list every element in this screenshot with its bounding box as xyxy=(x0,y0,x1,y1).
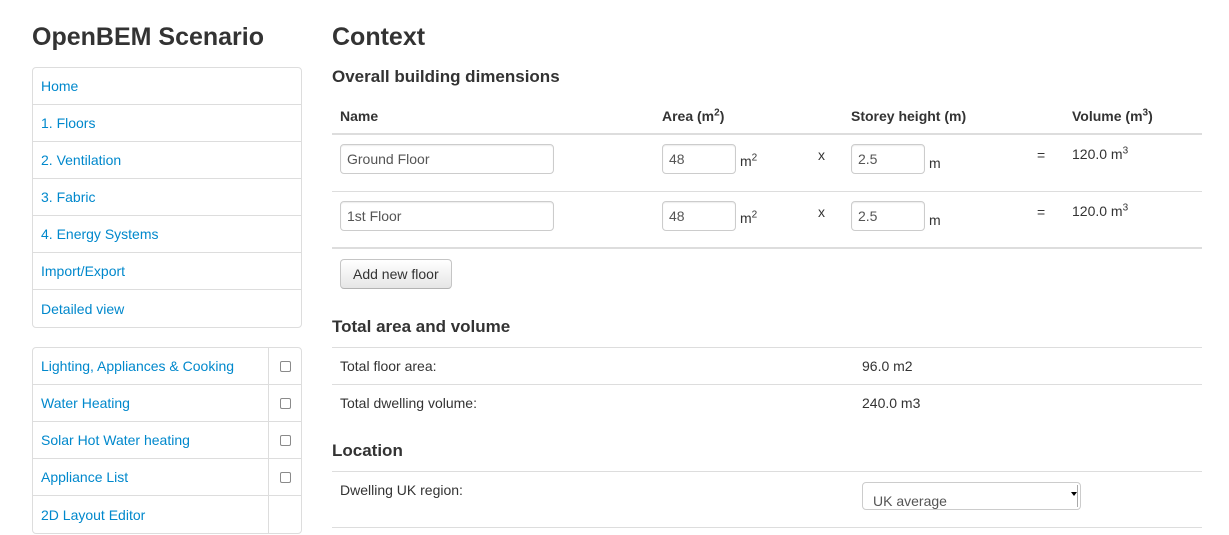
module-item-appliance-list: Appliance List xyxy=(33,459,301,496)
floor-name-input[interactable] xyxy=(340,144,554,174)
sidebar-nav: Home 1. Floors 2. Ventilation 3. Fabric … xyxy=(32,67,302,328)
module-item-solar-hot-water: Solar Hot Water heating xyxy=(33,422,301,459)
chevron-down-icon xyxy=(1071,492,1077,496)
module-checkbox[interactable] xyxy=(279,471,291,483)
total-floor-area-row: Total floor area: 96.0 m2 xyxy=(332,347,1202,384)
height-unit: m xyxy=(929,155,941,171)
region-selected-value: UK average xyxy=(873,493,947,509)
module-checkbox[interactable] xyxy=(279,397,291,409)
module-toggle-cell xyxy=(268,459,301,495)
equals-sign: = xyxy=(1037,204,1046,220)
module-toggle-cell xyxy=(268,422,301,458)
module-checkbox[interactable] xyxy=(279,360,291,372)
column-header-name: Name xyxy=(340,108,379,124)
column-header-storey-height: Storey height (m) xyxy=(851,108,967,124)
module-link[interactable]: 2D Layout Editor xyxy=(33,507,268,523)
total-volume-label: Total dwelling volume: xyxy=(340,395,477,411)
area-unit: m2 xyxy=(740,209,758,226)
section-title-location: Location xyxy=(332,441,403,460)
module-link[interactable]: Appliance List xyxy=(33,469,268,485)
module-toggle-cell-empty xyxy=(268,496,301,533)
module-toggle-cell xyxy=(268,348,301,384)
table-row: m2 x m = 120.0 m3 xyxy=(332,135,1202,192)
region-row: Dwelling UK region: UK average xyxy=(332,471,1202,528)
module-item-water-heating: Water Heating xyxy=(33,385,301,422)
floor-name-input[interactable] xyxy=(340,201,554,231)
module-item-2d-layout-editor: 2D Layout Editor xyxy=(33,496,301,533)
section-title-totals: Total area and volume xyxy=(332,317,511,336)
total-volume-value: 240.0 m3 xyxy=(862,395,921,411)
module-link[interactable]: Lighting, Appliances & Cooking xyxy=(33,358,268,374)
sidebar-item-home[interactable]: Home xyxy=(33,68,301,105)
equals-sign: = xyxy=(1037,147,1046,163)
sidebar-item-label[interactable]: Import/Export xyxy=(33,263,301,279)
floor-area-input[interactable] xyxy=(662,201,736,231)
select-divider xyxy=(1077,485,1080,507)
total-floor-area-value: 96.0 m2 xyxy=(862,358,913,374)
total-volume-row: Total dwelling volume: 240.0 m3 xyxy=(332,384,1202,421)
sidebar-item-label[interactable]: 2. Ventilation xyxy=(33,152,301,168)
module-list: Lighting, Appliances & Cooking Water Hea… xyxy=(32,347,302,534)
storey-height-input[interactable] xyxy=(851,144,925,174)
area-unit: m2 xyxy=(740,152,758,169)
column-header-area: Area (m2) xyxy=(662,107,725,124)
floor-table-header: Name Area (m2) Storey height (m) Volume … xyxy=(332,97,1202,135)
sidebar-item-label[interactable]: 4. Energy Systems xyxy=(33,226,301,242)
multiply-sign: x xyxy=(818,147,825,163)
add-new-floor-button[interactable]: Add new floor xyxy=(340,259,452,289)
app-title: OpenBEM Scenario xyxy=(32,23,264,51)
module-link[interactable]: Water Heating xyxy=(33,395,268,411)
sidebar-item-label[interactable]: 3. Fabric xyxy=(33,189,301,205)
floor-volume-value: 120.0 m3 xyxy=(1072,145,1129,162)
module-checkbox[interactable] xyxy=(279,434,291,446)
sidebar-item-fabric[interactable]: 3. Fabric xyxy=(33,179,301,216)
sidebar-item-label[interactable]: 1. Floors xyxy=(33,115,301,131)
storey-height-input[interactable] xyxy=(851,201,925,231)
sidebar-item-label[interactable]: Home xyxy=(33,78,301,94)
section-title-dimensions: Overall building dimensions xyxy=(332,67,560,86)
multiply-sign: x xyxy=(818,204,825,220)
sidebar-item-ventilation[interactable]: 2. Ventilation xyxy=(33,142,301,179)
floor-volume-value: 120.0 m3 xyxy=(1072,202,1129,219)
page-title: Context xyxy=(332,23,426,51)
table-row: m2 x m = 120.0 m3 xyxy=(332,192,1202,249)
region-select[interactable]: UK average xyxy=(862,482,1081,510)
sidebar-item-label[interactable]: Detailed view xyxy=(33,301,301,317)
sidebar-item-energy-systems[interactable]: 4. Energy Systems xyxy=(33,216,301,253)
module-toggle-cell xyxy=(268,385,301,421)
sidebar-item-detailed-view[interactable]: Detailed view xyxy=(33,290,301,327)
module-item-lighting: Lighting, Appliances & Cooking xyxy=(33,348,301,385)
sidebar-item-import-export[interactable]: Import/Export xyxy=(33,253,301,290)
region-label: Dwelling UK region: xyxy=(340,482,463,498)
module-link[interactable]: Solar Hot Water heating xyxy=(33,432,268,448)
floor-area-input[interactable] xyxy=(662,144,736,174)
total-floor-area-label: Total floor area: xyxy=(340,358,437,374)
column-header-volume: Volume (m3) xyxy=(1072,107,1153,124)
sidebar-item-floors[interactable]: 1. Floors xyxy=(33,105,301,142)
height-unit: m xyxy=(929,212,941,228)
